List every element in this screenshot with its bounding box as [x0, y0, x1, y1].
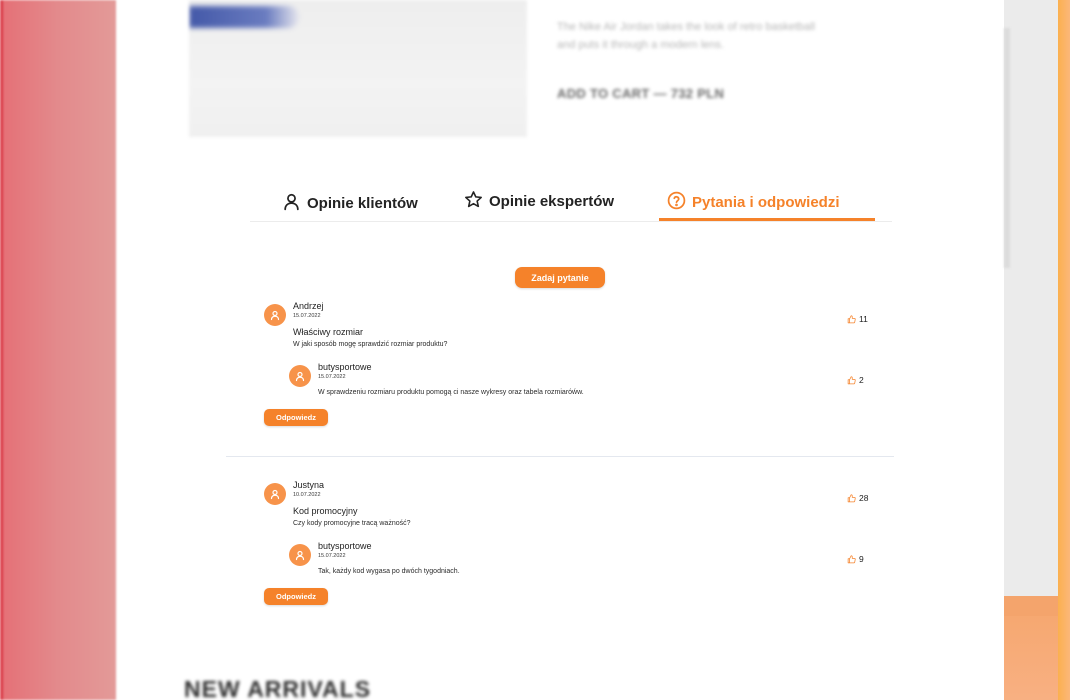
- question-author: Andrzej: [293, 301, 324, 311]
- answer-like-button[interactable]: 2: [847, 375, 864, 385]
- background-left-panel: [0, 0, 116, 700]
- tab-expert-reviews[interactable]: Opinie ekspertów: [464, 184, 614, 219]
- thumbs-up-icon: [847, 493, 856, 502]
- like-count: 2: [859, 375, 864, 385]
- tab-label: Opinie ekspertów: [489, 193, 615, 210]
- thumbs-up-icon: [847, 314, 856, 323]
- user-avatar-icon: [270, 489, 280, 500]
- background-right-bottom-panel: [1004, 596, 1060, 700]
- question-date: 15.07.2022: [293, 313, 321, 319]
- answer-text: W sprawdzeniu rozmiaru produktu pomogą c…: [318, 389, 584, 396]
- user-avatar-icon: [295, 550, 305, 561]
- ask-question-button[interactable]: Zadaj pytanie: [515, 267, 605, 288]
- shoe-graphic: [189, 6, 299, 28]
- reviews-tabs: Opinie klientów Opinie ekspertów Pytania…: [250, 186, 892, 222]
- avatar: [289, 365, 311, 387]
- reply-button[interactable]: Odpowiedz: [264, 409, 328, 426]
- question-like-button[interactable]: 11: [847, 314, 868, 324]
- answer-author: butysportowe: [318, 362, 372, 372]
- question-text: Czy kody promocyjne tracą ważność?: [293, 520, 411, 527]
- avatar: [289, 544, 311, 566]
- thumbs-up-icon: [847, 375, 856, 384]
- add-to-cart-button[interactable]: ADD TO CART — 732 PLN: [557, 86, 724, 101]
- question-date: 10.07.2022: [293, 492, 321, 498]
- user-avatar-icon: [295, 371, 305, 382]
- background-right-strip: [1058, 0, 1070, 700]
- reply-button[interactable]: Odpowiedz: [264, 588, 328, 605]
- question-like-button[interactable]: 28: [847, 493, 868, 503]
- like-count: 11: [859, 314, 868, 324]
- answer-date: 15.07.2022: [318, 553, 346, 559]
- question-text: W jaki sposób mogę sprawdzić rozmiar pro…: [293, 341, 448, 348]
- user-avatar-icon: [270, 310, 280, 321]
- section-heading-new-arrivals: NEW ARRIVALS: [184, 676, 372, 700]
- background-right-shadow: [1004, 28, 1010, 268]
- like-count: 28: [859, 493, 869, 503]
- tab-label: Opinie klientów: [307, 195, 418, 212]
- question-title: Właściwy rozmiar: [293, 327, 364, 337]
- answer-date: 15.07.2022: [318, 374, 346, 380]
- thumbs-up-icon: [847, 554, 856, 563]
- star-icon: [464, 190, 483, 213]
- tab-label: Pytania i odpowiedzi: [692, 193, 840, 211]
- tab-questions-answers[interactable]: Pytania i odpowiedzi: [659, 186, 875, 221]
- avatar: [264, 483, 286, 505]
- answer-like-button[interactable]: 9: [847, 554, 864, 564]
- avatar: [264, 304, 286, 326]
- question-author: Justyna: [293, 480, 325, 490]
- question-title: Kod promocyjny: [293, 506, 358, 516]
- product-image: [189, 0, 527, 137]
- answer-author: butysportowe: [318, 541, 372, 551]
- question-circle-icon: [667, 191, 686, 214]
- product-description: The Nike Air Jordan takes the look of re…: [557, 21, 816, 51]
- background-right-panel: [1004, 0, 1060, 596]
- user-icon: [282, 192, 301, 215]
- like-count: 9: [859, 554, 864, 564]
- divider: [226, 456, 894, 457]
- answer-text: Tak, każdy kod wygasa po dwóch tygodniac…: [318, 568, 460, 575]
- tab-customer-reviews[interactable]: Opinie klientów: [282, 186, 418, 221]
